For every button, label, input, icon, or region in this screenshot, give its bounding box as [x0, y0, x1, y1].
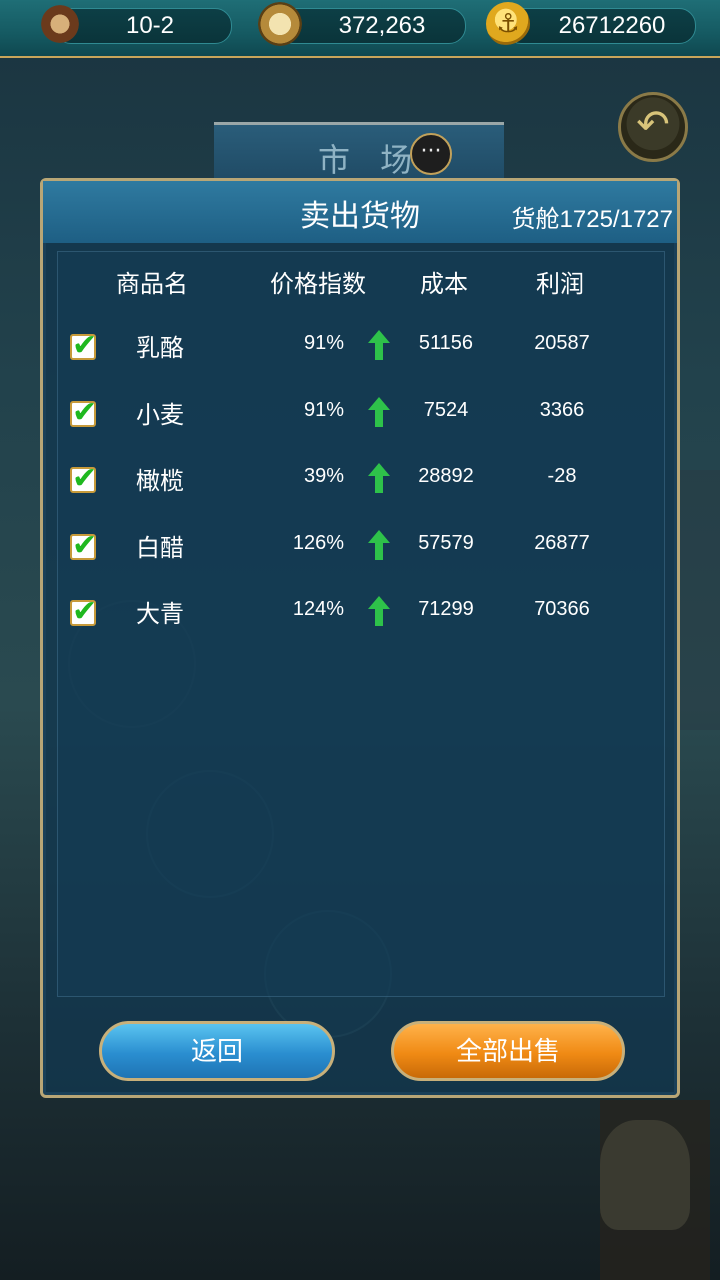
checkmark-icon: ✔ — [72, 461, 98, 496]
cost-value: 7524 — [423, 398, 469, 421]
row-checkbox[interactable]: ✔ — [70, 461, 97, 496]
row-checkbox[interactable]: ✔ — [70, 528, 97, 563]
return-label: 返回 — [190, 1037, 243, 1067]
compass-icon — [258, 2, 302, 46]
dialog-header: 卖出货物 货舱1725/1727 — [43, 181, 677, 243]
gold-value: 26712260 — [558, 12, 666, 39]
profit-value: -28 — [547, 465, 577, 487]
profit-value: 3366 — [539, 398, 585, 421]
goods-name: 白醋 — [136, 533, 184, 562]
price-index: 124% — [292, 598, 344, 620]
gold-pill: 26712260 — [504, 8, 696, 44]
market-title: 市 场 — [318, 141, 423, 179]
anchor-coin-icon: ⚓ — [486, 2, 530, 46]
checkmark-icon: ✔ — [72, 328, 98, 363]
table-header: 商品名 价格指数 成本 利润 — [58, 252, 664, 310]
sell-goods-dialog: 卖出货物 货舱1725/1727 商品名 价格指数 成本 利润 ✔ 乳酪 91% 51… — [40, 178, 680, 1098]
cargo-capacity: 货舱1725/1727 — [511, 206, 673, 233]
row-checkbox[interactable]: ✔ — [70, 594, 97, 629]
up-arrow-icon — [368, 529, 390, 560]
up-arrow-icon — [368, 330, 390, 360]
table-row[interactable]: ✔ 小麦 91% 7524 3366 — [58, 389, 664, 449]
cost-value: 71299 — [418, 598, 474, 620]
up-arrow-icon — [368, 596, 390, 626]
price-index: 39% — [303, 465, 344, 487]
price-index: 91% — [303, 332, 344, 354]
back-arrow-button[interactable]: ↶ — [618, 92, 688, 162]
cost-value: 57579 — [418, 531, 474, 554]
compass-pill: 372,263 — [276, 8, 466, 44]
table-row[interactable]: ✔ 橄榄 39% 28892 -28 — [58, 455, 664, 515]
back-arrow-icon: ↶ — [636, 102, 670, 148]
turn-value: 10-2 — [125, 12, 175, 39]
checkmark-icon: ✔ — [72, 527, 98, 563]
checkmark-icon: ✔ — [72, 594, 98, 629]
checkmark-icon: ✔ — [72, 394, 98, 430]
row-checkbox[interactable]: ✔ — [70, 328, 97, 363]
table-row[interactable]: ✔ 乳酪 91% 51156 20587 — [58, 322, 664, 382]
resource-bar: 10-2 372,263 26712260 ⚓ — [0, 0, 720, 58]
goods-name: 大青 — [136, 600, 184, 628]
cost-value: 28892 — [418, 465, 474, 487]
header-name: 商品名 — [116, 270, 188, 298]
header-cost: 成本 — [420, 270, 468, 298]
up-arrow-icon — [368, 463, 390, 493]
header-price-index: 价格指数 — [270, 270, 366, 298]
up-arrow-icon — [368, 396, 390, 427]
profit-value: 26877 — [534, 531, 590, 554]
chat-bubble-icon[interactable]: ··· — [410, 133, 452, 175]
profit-value: 20587 — [534, 332, 590, 354]
market-banner: 市 场 ··· — [214, 122, 504, 183]
return-button[interactable]: 返回 — [99, 1021, 335, 1081]
row-checkbox[interactable]: ✔ — [70, 395, 97, 430]
profit-value: 70366 — [534, 598, 590, 620]
hourglass-icon — [38, 2, 82, 46]
table-row[interactable]: ✔ 大青 124% 71299 70366 — [58, 588, 664, 648]
background-pot — [600, 1120, 690, 1230]
price-index: 91% — [303, 398, 344, 421]
sell-all-label: 全部出售 — [455, 1037, 560, 1067]
goods-table: 商品名 价格指数 成本 利润 ✔ 乳酪 91% 51156 20587 ✔ 小麦 91% 752… — [57, 251, 665, 997]
goods-name: 橄榄 — [136, 467, 184, 495]
header-profit: 利润 — [536, 270, 584, 298]
compass-value: 372,263 — [338, 12, 426, 39]
price-index: 126% — [292, 531, 344, 554]
goods-name: 小麦 — [136, 400, 184, 429]
sell-all-button[interactable]: 全部出售 — [391, 1021, 625, 1081]
goods-name: 乳酪 — [136, 334, 184, 362]
cost-value: 51156 — [418, 332, 474, 354]
table-row[interactable]: ✔ 白醋 126% 57579 26877 — [58, 522, 664, 582]
